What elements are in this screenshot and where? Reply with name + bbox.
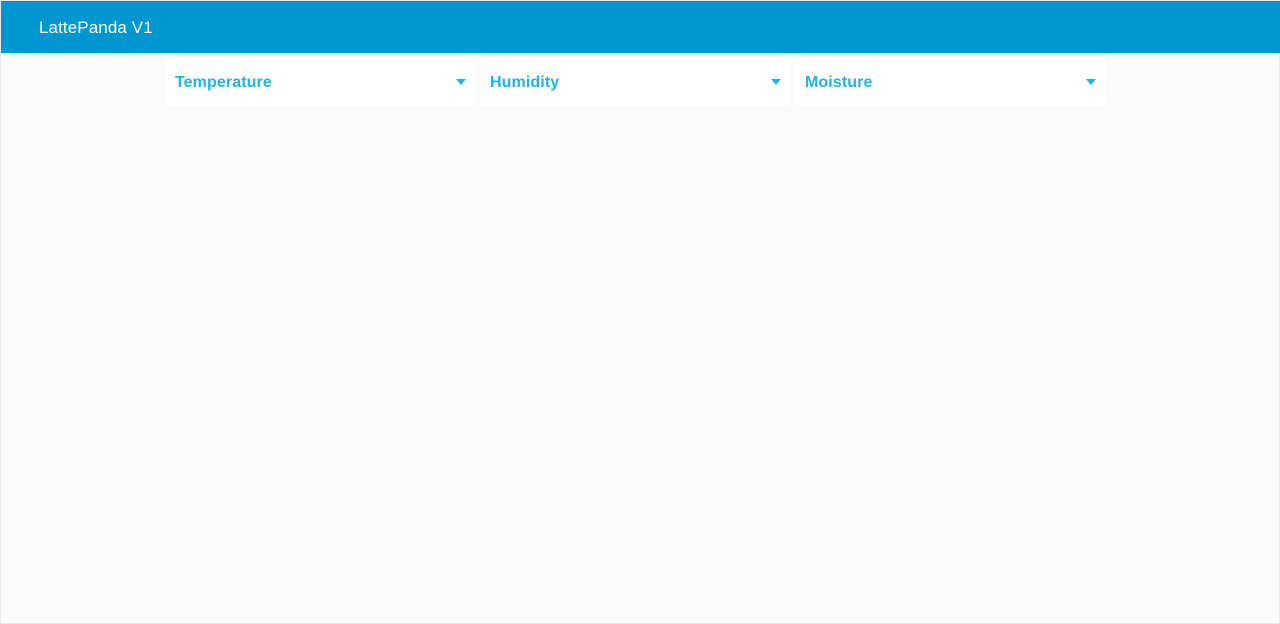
page: LattePanda V1 Temperature Humidity Moist…	[0, 0, 1280, 624]
app-bar: LattePanda V1	[1, 1, 1280, 53]
chevron-down-icon	[771, 77, 781, 87]
panel-moisture-label: Moisture	[805, 73, 873, 91]
app-title: LattePanda V1	[39, 17, 153, 37]
panel-humidity[interactable]: Humidity	[480, 59, 791, 105]
panel-humidity-label: Humidity	[490, 73, 560, 91]
chevron-down-icon	[1086, 77, 1096, 87]
chevron-down-icon	[456, 77, 466, 87]
panel-moisture[interactable]: Moisture	[795, 59, 1106, 105]
sensor-panels: Temperature Humidity Moisture	[165, 59, 1107, 105]
panel-temperature-label: Temperature	[175, 73, 272, 91]
panel-temperature[interactable]: Temperature	[165, 59, 476, 105]
